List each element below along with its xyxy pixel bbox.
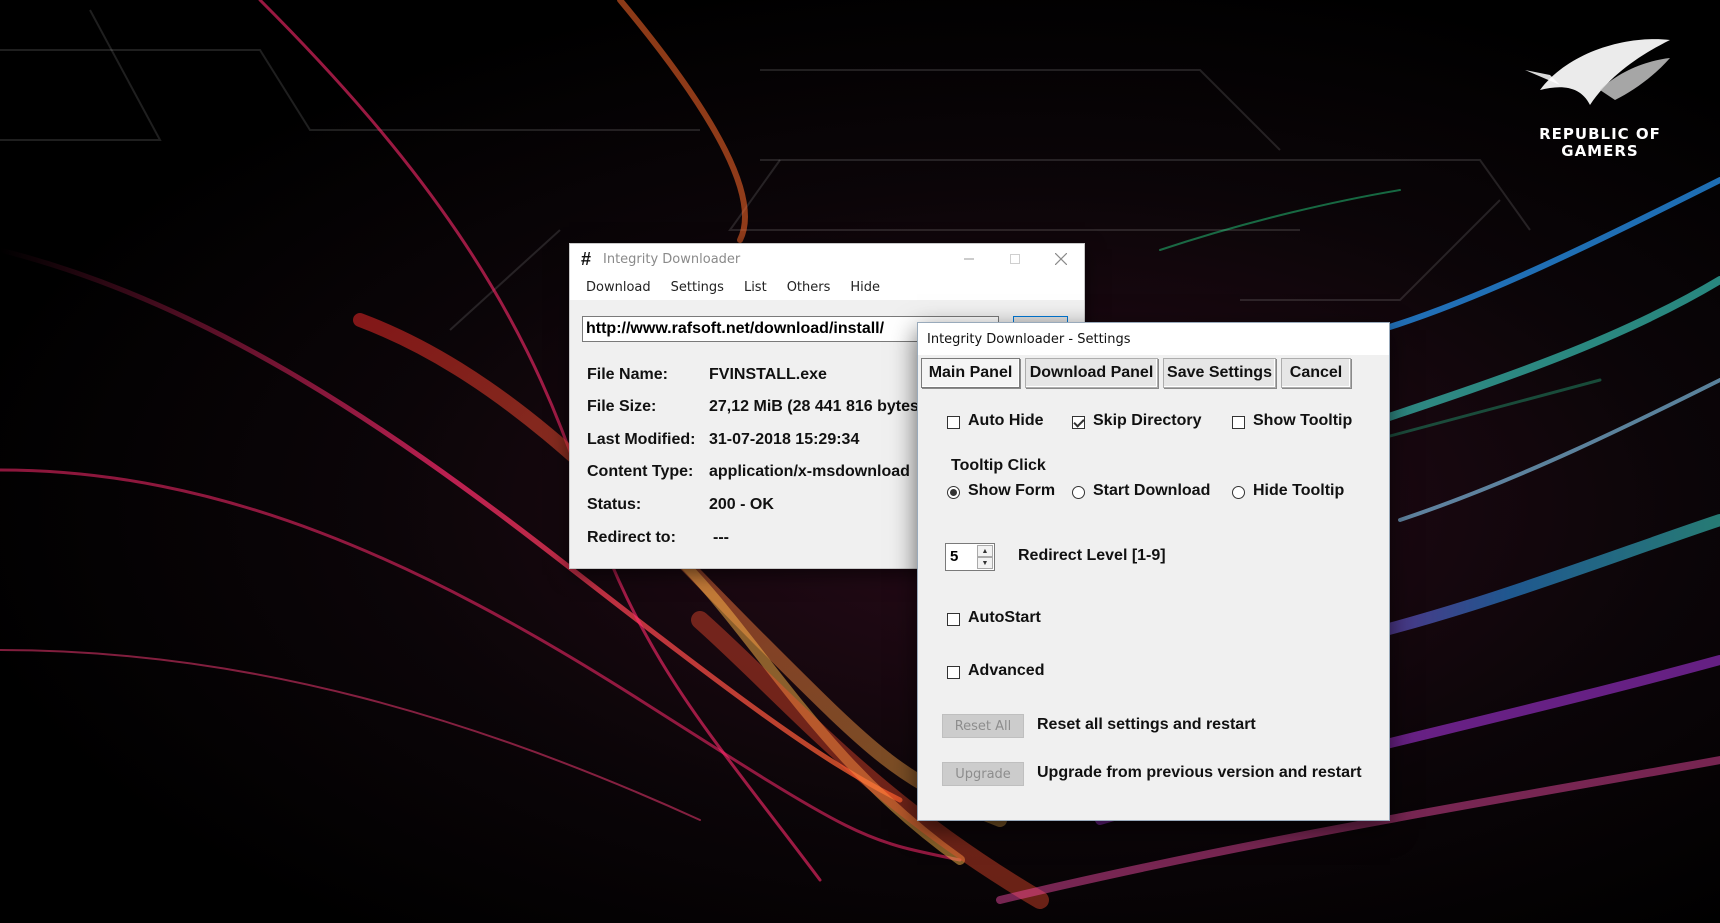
- tab-main-panel[interactable]: Main Panel: [921, 358, 1020, 388]
- menu-list[interactable]: List: [736, 278, 775, 297]
- start-download-radio[interactable]: [1072, 486, 1085, 499]
- show-form-radio[interactable]: [947, 486, 960, 499]
- show-tooltip-label: Show Tooltip: [1253, 412, 1353, 429]
- rog-eye-icon: [1525, 39, 1670, 106]
- maximize-button[interactable]: [992, 244, 1038, 274]
- hash-icon: #: [581, 248, 592, 269]
- menu-hide[interactable]: Hide: [842, 278, 888, 297]
- redirect-to-value: ---: [713, 529, 729, 546]
- hide-tooltip-label: Hide Tooltip: [1253, 482, 1345, 499]
- reset-all-description: Reset all settings and restart: [1037, 716, 1256, 733]
- stepper-down-button[interactable]: ▼: [977, 557, 993, 569]
- main-window-title: Integrity Downloader: [603, 251, 741, 267]
- main-menubar: Download Settings List Others Hide: [570, 274, 1084, 300]
- show-form-label: Show Form: [968, 482, 1056, 499]
- close-button[interactable]: [1038, 244, 1084, 274]
- show-tooltip-checkbox[interactable]: [1232, 416, 1245, 429]
- desktop: REPUBLIC OF GAMERS # Integrity Downloade…: [0, 0, 1720, 923]
- status-value: 200 - OK: [709, 496, 774, 513]
- file-size-value: 27,12 MiB (28 441 816 bytes): [709, 398, 925, 415]
- reset-all-button[interactable]: Reset All: [942, 714, 1024, 738]
- caret-up-icon: ▲: [981, 547, 989, 555]
- content-type-label: Content Type:: [587, 463, 694, 480]
- menu-settings[interactable]: Settings: [663, 278, 732, 297]
- settings-window-titlebar[interactable]: Integrity Downloader - Settings: [918, 323, 1389, 355]
- tooltip-click-heading: Tooltip Click: [951, 457, 1046, 474]
- advanced-label: Advanced: [968, 662, 1045, 679]
- menu-download[interactable]: Download: [578, 278, 659, 297]
- auto-hide-checkbox[interactable]: [947, 416, 960, 429]
- redirect-to-label: Redirect to:: [587, 529, 676, 546]
- close-icon: [1055, 253, 1067, 265]
- redirect-level-label: Redirect Level [1-9]: [1018, 547, 1166, 564]
- file-name-label: File Name:: [587, 366, 668, 383]
- minimize-button[interactable]: [946, 244, 992, 274]
- logo-text-line2: GAMERS: [1561, 142, 1639, 160]
- last-modified-value: 31-07-2018 15:29:34: [709, 431, 860, 448]
- start-download-label: Start Download: [1093, 482, 1211, 499]
- skip-directory-checkbox[interactable]: [1072, 416, 1085, 429]
- redirect-level-stepper[interactable]: 5 ▲ ▼: [945, 543, 995, 571]
- autostart-label: AutoStart: [968, 609, 1041, 626]
- autostart-checkbox[interactable]: [947, 613, 960, 626]
- content-type-value: application/x-msdownload: [709, 463, 910, 480]
- last-modified-label: Last Modified:: [587, 431, 696, 448]
- redirect-level-value: 5: [950, 548, 959, 565]
- minimize-icon: [964, 258, 974, 260]
- stepper-up-button[interactable]: ▲: [977, 545, 993, 557]
- cancel-button[interactable]: Cancel: [1281, 358, 1351, 388]
- upgrade-button[interactable]: Upgrade: [942, 762, 1024, 786]
- rog-logo: REPUBLIC OF GAMERS: [1500, 30, 1700, 170]
- advanced-checkbox[interactable]: [947, 666, 960, 679]
- auto-hide-label: Auto Hide: [968, 412, 1044, 429]
- status-label: Status:: [587, 496, 642, 513]
- maximize-icon: [1010, 254, 1020, 264]
- file-name-value: FVINSTALL.exe: [709, 366, 827, 383]
- settings-window: Integrity Downloader - Settings Main Pan…: [917, 322, 1390, 821]
- tab-download-panel[interactable]: Download Panel: [1025, 358, 1158, 388]
- main-window-titlebar[interactable]: # Integrity Downloader: [570, 244, 1084, 274]
- skip-directory-label: Skip Directory: [1093, 412, 1202, 429]
- logo-text-line1: REPUBLIC OF: [1539, 125, 1661, 143]
- upgrade-description: Upgrade from previous version and restar…: [1037, 764, 1362, 781]
- save-settings-button[interactable]: Save Settings: [1163, 358, 1276, 388]
- menu-others[interactable]: Others: [779, 278, 839, 297]
- caret-down-icon: ▼: [981, 559, 989, 567]
- settings-window-title: Integrity Downloader - Settings: [927, 331, 1131, 347]
- hide-tooltip-radio[interactable]: [1232, 486, 1245, 499]
- file-size-label: File Size:: [587, 398, 657, 415]
